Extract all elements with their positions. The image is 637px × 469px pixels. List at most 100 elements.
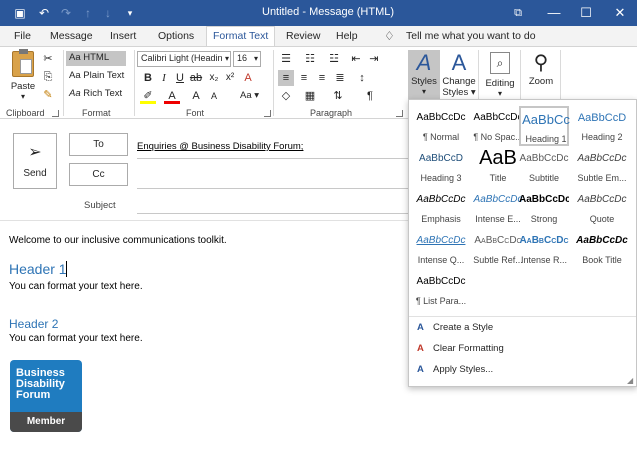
send-button[interactable]: ➢ Send	[13, 133, 57, 189]
change-styles-icon: A	[451, 50, 467, 75]
paragraph-launcher-icon[interactable]	[396, 110, 403, 117]
format-rich-text-button[interactable]: Aa Rich Text	[66, 87, 125, 100]
style-item[interactable]: AaBbCcDc Emphasis	[413, 188, 469, 228]
tab-message[interactable]: Message	[50, 30, 93, 42]
format-group-label: Format	[82, 108, 111, 118]
style-item[interactable]: AaBbCcD Heading 2	[574, 106, 630, 146]
tab-file[interactable]: File	[14, 30, 31, 42]
align-left-icon[interactable]: ≡	[278, 70, 294, 86]
create-style-button[interactable]: A Create a Style	[417, 322, 493, 333]
up-arrow-icon[interactable]: ↑	[80, 4, 96, 22]
increase-indent-icon[interactable]: ⇥	[366, 51, 382, 67]
styles-icon: A	[416, 50, 432, 75]
format-painter-icon[interactable]: ✎	[40, 87, 56, 103]
style-item[interactable]: AaBbCcDc ¶ No Spac...	[470, 106, 526, 146]
to-button[interactable]: To	[69, 133, 128, 156]
bullets-icon[interactable]: ☰	[278, 51, 294, 67]
bold-icon[interactable]: B	[140, 70, 156, 86]
highlight-icon[interactable]: ✐	[140, 88, 156, 104]
subscript-icon[interactable]: x₂	[206, 70, 222, 86]
change-styles-button[interactable]: A Change Styles ▾	[442, 50, 476, 102]
body-text-1: You can format your text here.	[9, 281, 143, 292]
clear-formatting-icon[interactable]: A	[240, 70, 256, 86]
style-item[interactable]: AaBbCcDc Subtle Em...	[574, 147, 630, 187]
clipboard-group-label: Clipboard	[6, 108, 45, 118]
restore-icon[interactable]: ⧉	[500, 0, 536, 26]
style-item[interactable]: AaBbCcDc Subtle Ref...	[470, 229, 526, 269]
font-color-icon[interactable]: A	[164, 88, 180, 104]
borders-icon[interactable]: ▦	[302, 88, 318, 104]
shrink-font-icon[interactable]: A	[206, 88, 222, 104]
minimize-icon[interactable]: —	[536, 0, 572, 26]
format-plain-text-button[interactable]: Aa Plain Text	[66, 69, 127, 82]
tell-me-search[interactable]: Tell me what you want to do	[406, 30, 536, 42]
strikethrough-icon[interactable]: ab	[188, 70, 204, 86]
apply-styles-button[interactable]: A Apply Styles...	[417, 364, 493, 375]
style-name: Book Title	[582, 255, 622, 265]
style-preview: AaBbCcDc	[416, 194, 466, 205]
undo-icon[interactable]: ↶	[36, 4, 52, 22]
save-icon[interactable]: ▣	[12, 4, 28, 22]
intro-text: Welcome to our inclusive communications …	[9, 235, 227, 246]
tab-format-text[interactable]: Format Text	[206, 26, 276, 47]
style-item[interactable]: AaBbCcDc Intense Q...	[413, 229, 469, 269]
maximize-icon[interactable]: ☐	[568, 0, 604, 26]
chevron-down-icon[interactable]: ▾	[254, 54, 258, 63]
style-preview: AaBbCcD	[419, 153, 463, 164]
style-item[interactable]: AaBbCcDc Quote	[574, 188, 630, 228]
style-item[interactable]: AaBbCcDc Subtitle	[519, 147, 569, 187]
style-item[interactable]: AaBbCcDc Intense E...	[470, 188, 526, 228]
cut-icon[interactable]: ✂	[40, 51, 56, 67]
tab-insert[interactable]: Insert	[110, 30, 136, 42]
show-formatting-icon[interactable]: ¶	[362, 88, 378, 104]
style-item[interactable]: AaBbCcDc Intense R...	[519, 229, 569, 269]
font-name-select[interactable]: Calibri Light (Headin	[137, 51, 231, 67]
decrease-indent-icon[interactable]: ⇤	[348, 51, 364, 67]
styles-button[interactable]: A Styles ▾	[408, 50, 440, 102]
style-preview: AaBbCcD	[577, 112, 627, 124]
format-html-button[interactable]: Aa HTML	[66, 51, 126, 66]
window-title: Untitled - Message (HTML)	[262, 6, 395, 18]
chevron-down-icon[interactable]: ▾	[225, 54, 229, 63]
zoom-button[interactable]: ⚲ Zoom	[524, 50, 558, 102]
style-item[interactable]: AaB Title	[470, 147, 526, 187]
numbering-icon[interactable]: ☷	[302, 51, 318, 67]
grow-font-icon[interactable]: A	[188, 88, 204, 104]
shading-icon[interactable]: ◇	[278, 88, 294, 104]
paste-button[interactable]: Paste ▾	[8, 49, 38, 103]
style-item[interactable]: AaBbCcDc ¶ List Para...	[413, 270, 469, 310]
tab-review[interactable]: Review	[286, 30, 320, 42]
cc-button[interactable]: Cc	[69, 163, 128, 186]
style-name: Title	[489, 173, 507, 183]
italic-icon[interactable]: I	[156, 70, 172, 86]
clipboard-launcher-icon[interactable]	[52, 110, 59, 117]
line-spacing-icon[interactable]: ↕	[354, 70, 370, 86]
style-item[interactable]: AaBbCc Heading 1	[519, 106, 570, 146]
tab-help[interactable]: Help	[336, 30, 358, 42]
multilevel-list-icon[interactable]: ☳	[326, 51, 342, 67]
justify-icon[interactable]: ≣	[332, 70, 348, 86]
down-arrow-icon[interactable]: ↓	[100, 4, 116, 22]
editing-button[interactable]: ⌕ Editing ▾	[482, 50, 518, 102]
change-case-button[interactable]: Aa ▾	[240, 90, 259, 101]
send-icon: ➢	[28, 144, 42, 161]
style-item[interactable]: AaBbCcDc Book Title	[574, 229, 630, 269]
align-center-icon[interactable]: ≡	[296, 70, 312, 86]
align-right-icon[interactable]: ≡	[314, 70, 330, 86]
resize-grip-icon[interactable]: ◢	[627, 376, 633, 385]
clear-formatting-button[interactable]: A Clear Formatting	[417, 343, 504, 354]
tab-options[interactable]: Options	[158, 30, 194, 42]
copy-icon[interactable]: ⎘	[40, 69, 56, 85]
close-icon[interactable]: ✕	[602, 0, 637, 26]
font-launcher-icon[interactable]	[264, 110, 271, 117]
style-item[interactable]: AaBbCcDc ¶ Normal	[413, 106, 469, 146]
to-recipient[interactable]: Enquiries @ Business Disability Forum;	[137, 141, 303, 152]
customize-icon[interactable]: ▾	[122, 4, 138, 22]
sort-icon[interactable]: ⇅	[330, 88, 346, 104]
superscript-icon[interactable]: x²	[222, 70, 238, 86]
redo-icon[interactable]: ↷	[58, 4, 74, 22]
underline-icon[interactable]: U	[172, 70, 188, 86]
style-item[interactable]: AaBbCcD Heading 3	[413, 147, 469, 187]
style-name: Strong	[530, 214, 558, 224]
style-item[interactable]: AaBbCcDc Strong	[519, 188, 569, 228]
